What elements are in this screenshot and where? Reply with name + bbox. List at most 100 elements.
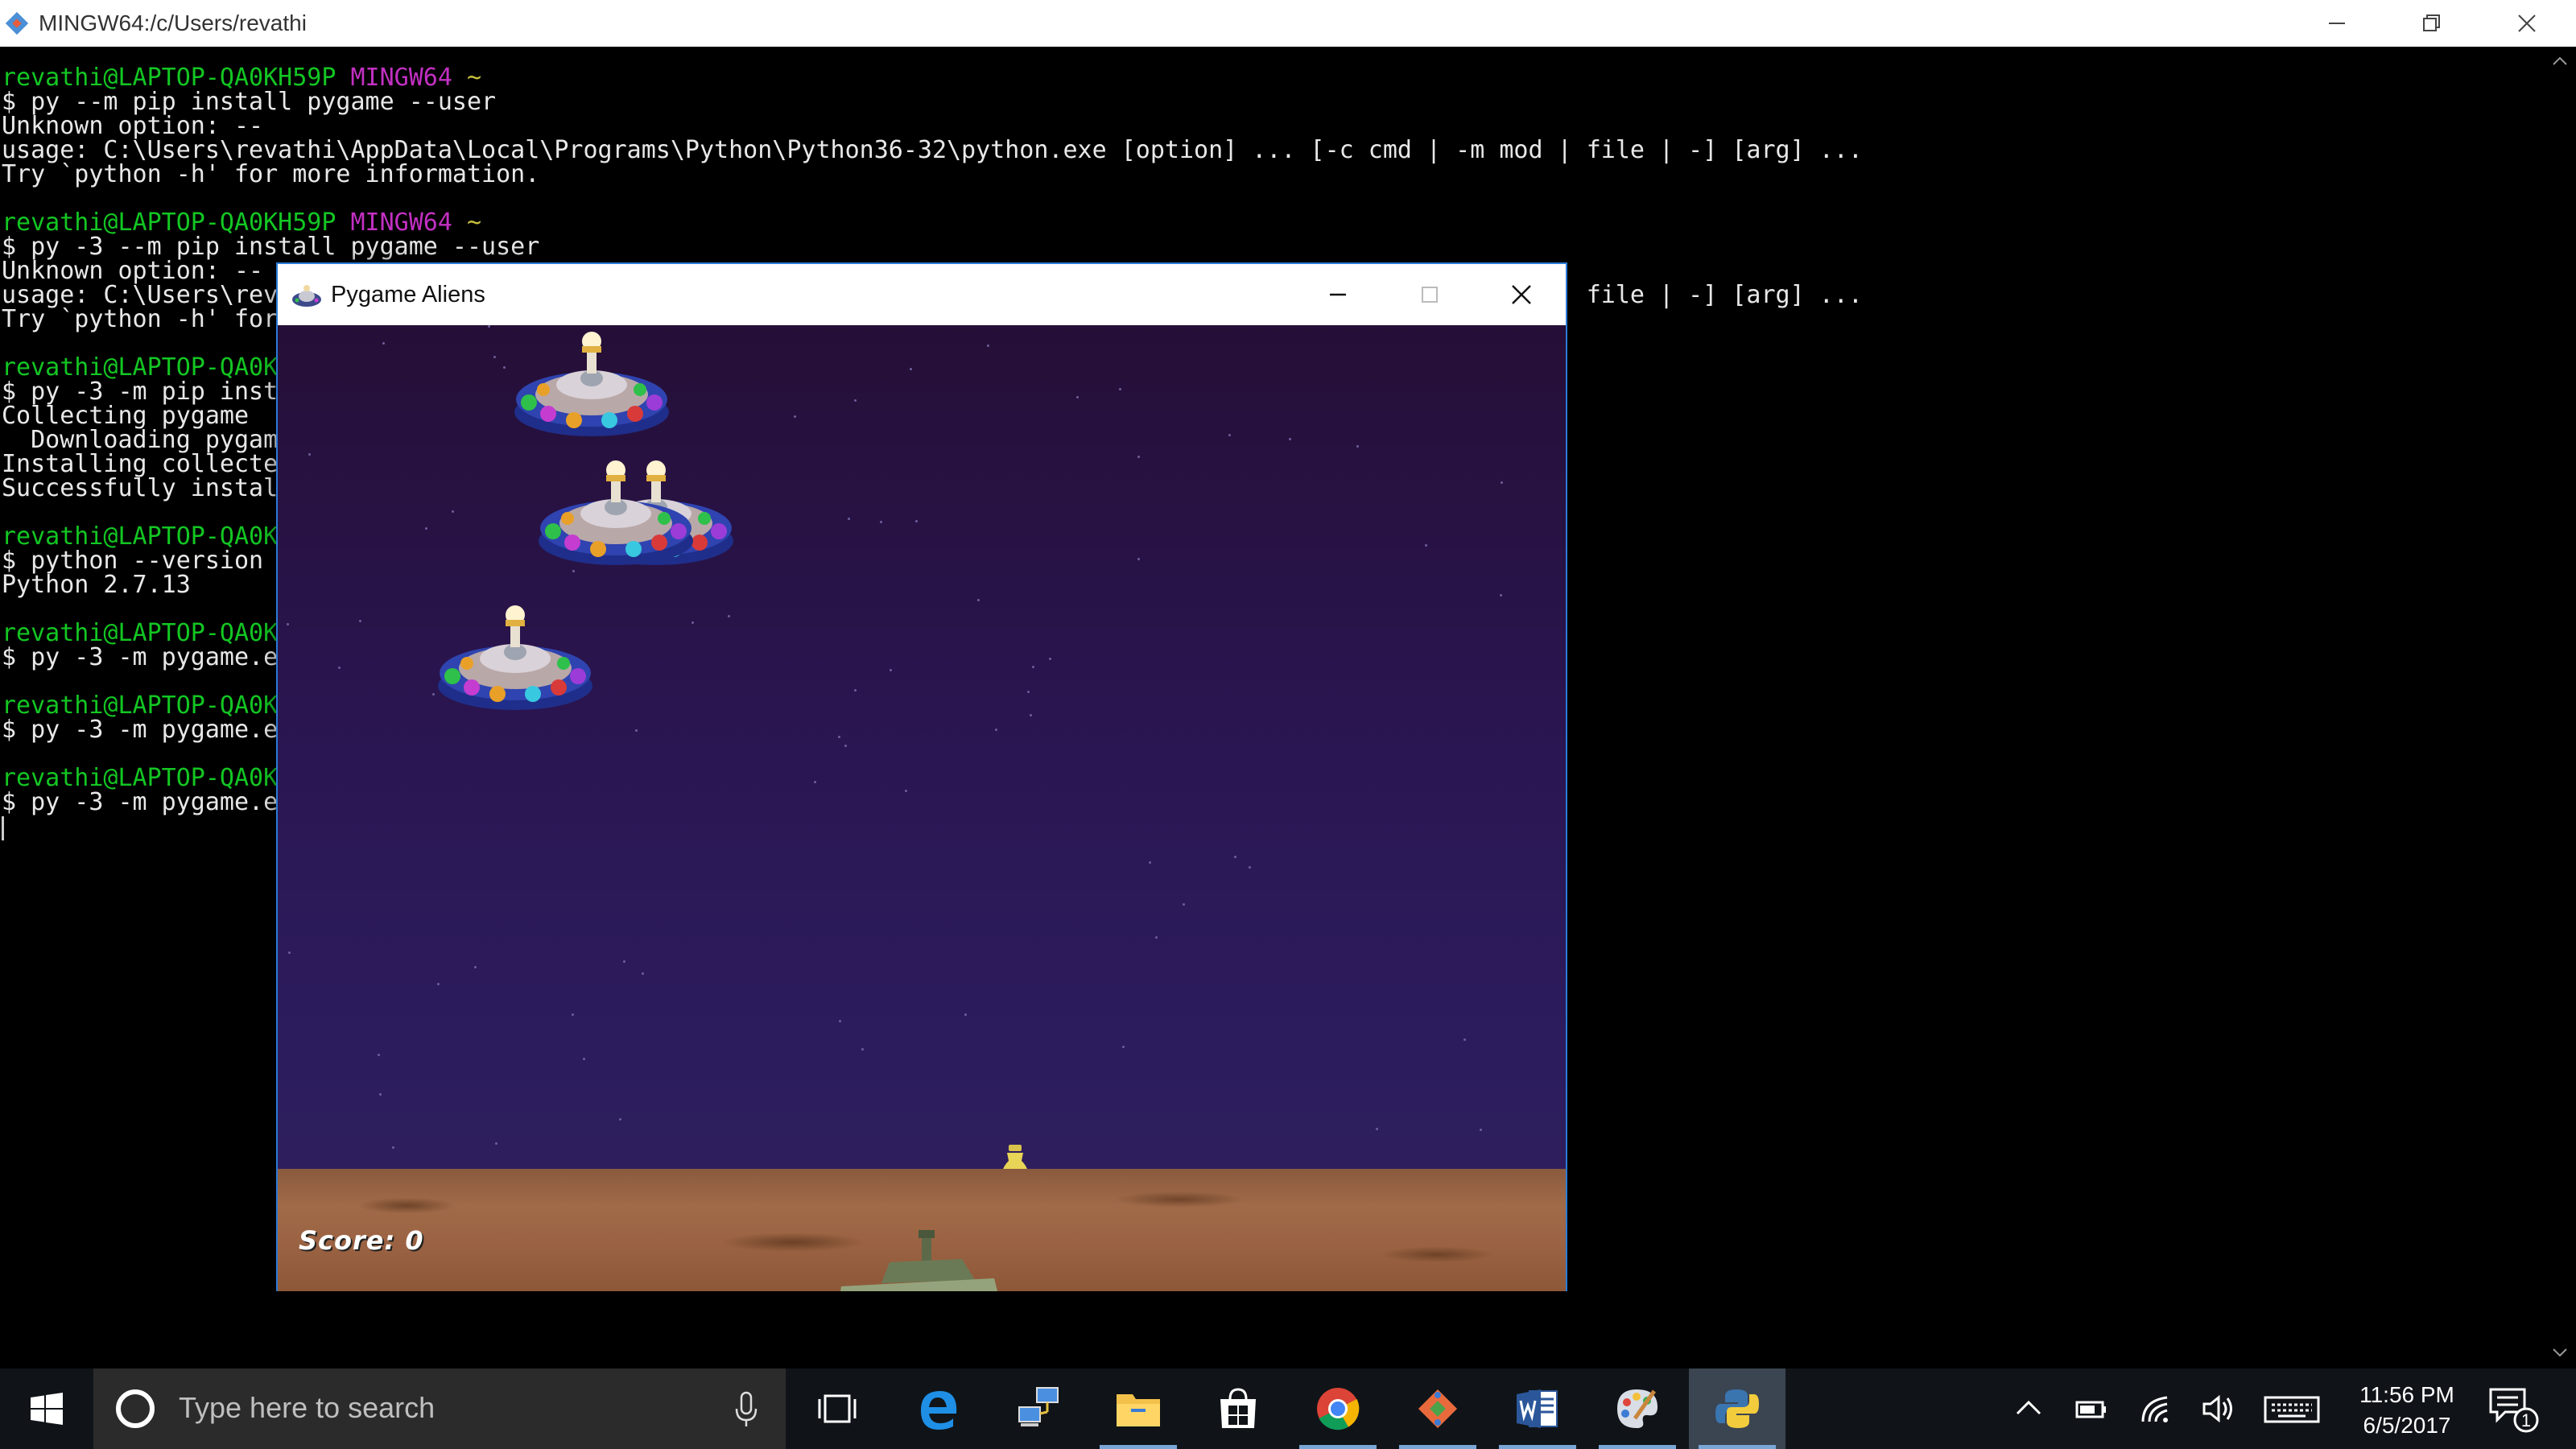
taskbar-app-git[interactable] <box>1389 1368 1486 1449</box>
volume-icon[interactable] <box>2201 1393 2236 1425</box>
running-indicator <box>1499 1445 1576 1449</box>
star <box>1149 861 1151 864</box>
folder-icon <box>1117 1394 1160 1426</box>
alien-ufo <box>539 460 693 565</box>
star <box>583 1058 585 1060</box>
star <box>1183 903 1185 906</box>
star <box>287 623 289 625</box>
taskbar-app-chrome[interactable] <box>1290 1368 1386 1449</box>
restore-icon <box>2423 14 2440 31</box>
clock[interactable]: 11:56 PM 6/5/2017 <box>2334 1380 2479 1441</box>
clock-date: 6/5/2017 <box>2363 1413 2451 1438</box>
star <box>619 1118 621 1121</box>
scroll-up-icon[interactable] <box>2550 52 2570 71</box>
pygame-window[interactable]: Pygame Aliens Score: 0 <box>276 262 1567 1291</box>
terminal-line: $ py --m pip install pygame --user <box>2 90 1863 114</box>
pygame-maximize-button[interactable] <box>1385 264 1474 325</box>
star <box>495 1142 497 1145</box>
star <box>1463 1038 1466 1041</box>
star <box>635 729 638 732</box>
star <box>691 621 694 624</box>
python-icon <box>1715 1389 1759 1428</box>
running-indicator <box>1699 1445 1776 1449</box>
star <box>905 790 907 792</box>
alien-ufo <box>438 605 592 710</box>
taskbar-app-word[interactable] <box>1489 1368 1586 1449</box>
taskbar-app-file-explorer[interactable] <box>1090 1368 1187 1449</box>
star <box>425 527 427 530</box>
paint-palette-icon <box>1617 1389 1657 1428</box>
star <box>1137 456 1140 458</box>
running-indicator <box>1599 1445 1676 1449</box>
task-view-icon <box>818 1394 857 1423</box>
terminal-cursor <box>2 816 4 840</box>
edge-icon <box>921 1391 957 1430</box>
star <box>728 615 730 617</box>
score-display: Score: 0 <box>299 1225 424 1256</box>
terminal-line: $ py -3 --m pip install pygame --user <box>2 235 1863 259</box>
terminal-text: $ py -3 -m pygame.e <box>2 788 279 816</box>
action-center-notification-icon[interactable]: 1 <box>2484 1383 2541 1435</box>
taskbar-app-store[interactable] <box>1190 1368 1286 1449</box>
terminal-scrollbar[interactable] <box>2544 47 2576 1368</box>
game-canvas[interactable]: Score: 0 <box>278 325 1566 1291</box>
terminal-restore-button[interactable] <box>2388 0 2476 47</box>
terminal-line: revathi@LAPTOP-QA0KH59P MINGW64 ~ <box>2 211 1863 235</box>
pygame-window-title: Pygame Aliens <box>331 282 485 308</box>
terminal-text: Successfully instal <box>2 474 279 502</box>
star <box>1119 388 1121 390</box>
cortana-icon[interactable] <box>116 1389 155 1428</box>
show-hidden-icons-chevron-icon[interactable] <box>2011 1393 2046 1425</box>
star <box>854 399 857 402</box>
search-box[interactable]: Type here to search <box>93 1368 786 1449</box>
taskbar-app-edge[interactable] <box>890 1368 987 1449</box>
network-computers-icon <box>1018 1387 1059 1426</box>
star <box>1234 856 1236 858</box>
start-button[interactable] <box>0 1368 93 1449</box>
star <box>995 729 997 731</box>
taskbar: Type here to search 11:56 PM 6/5/2017 1 <box>0 1368 2576 1449</box>
star <box>623 960 625 963</box>
star <box>308 453 311 456</box>
terminal-minimize-button[interactable] <box>2293 0 2381 47</box>
pygame-titlebar[interactable]: Pygame Aliens <box>278 264 1566 325</box>
task-view-button[interactable] <box>789 1368 886 1449</box>
close-icon <box>2518 14 2536 32</box>
terminal-line: Try `python -h' for more information. <box>2 163 1863 187</box>
battery-icon[interactable] <box>2074 1393 2109 1425</box>
git-bash-icon <box>5 11 29 35</box>
star <box>1249 866 1251 869</box>
microphone-icon[interactable] <box>734 1391 758 1428</box>
wifi-icon[interactable] <box>2138 1393 2174 1425</box>
terminal-line: revathi@LAPTOP-QA0KH59P MINGW64 ~ <box>2 66 1863 90</box>
star <box>288 952 291 954</box>
star <box>854 689 857 691</box>
taskbar-app-python[interactable] <box>1689 1368 1785 1449</box>
pygame-close-button[interactable] <box>1477 264 1566 325</box>
terminal-line: usage: C:\Users\revathi\AppData\Local\Pr… <box>2 138 1863 163</box>
star <box>915 520 918 522</box>
touch-keyboard-icon[interactable] <box>2262 1393 2322 1425</box>
terminal-close-button[interactable] <box>2483 0 2571 47</box>
terminal-text: Python 2.7.13 <box>2 571 191 599</box>
star <box>838 736 840 738</box>
star <box>642 972 644 975</box>
close-icon <box>1512 285 1531 304</box>
star <box>1376 1128 1378 1130</box>
star <box>844 745 847 747</box>
terminal-line: Unknown option: -- <box>2 114 1863 138</box>
star <box>814 781 816 783</box>
word-icon <box>1517 1389 1558 1428</box>
star <box>1137 558 1140 560</box>
star <box>1049 658 1051 660</box>
scroll-down-icon[interactable] <box>2550 1343 2570 1362</box>
star <box>848 518 850 520</box>
star <box>794 415 796 418</box>
pygame-minimize-button[interactable] <box>1294 264 1382 325</box>
minimize-icon <box>2329 23 2345 24</box>
star <box>1076 396 1079 398</box>
taskbar-app-paint[interactable] <box>1589 1368 1686 1449</box>
taskbar-app-network[interactable] <box>990 1368 1087 1449</box>
minimize-icon <box>1330 293 1346 296</box>
star <box>1425 544 1427 547</box>
